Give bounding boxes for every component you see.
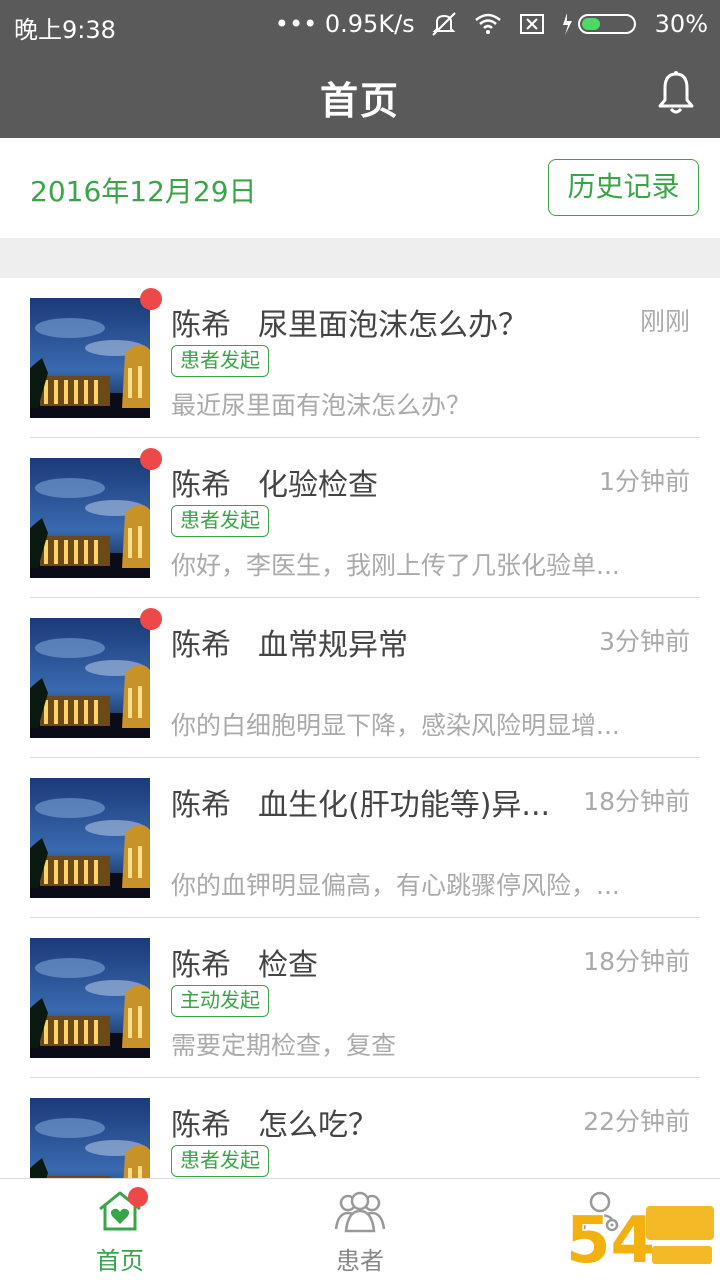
history-button[interactable]: 历史记录 [548, 159, 699, 216]
sender-name: 陈希 [171, 308, 231, 343]
avatar [30, 1098, 150, 1178]
message-subject: 尿里面泡沫怎么办？ [258, 308, 528, 343]
date-bar: 2016年12月29日 历史记录 [0, 138, 720, 238]
sim-icon [519, 14, 544, 34]
message-time: 18分钟前 [583, 787, 690, 816]
watermark-logo: 54 [565, 1203, 714, 1280]
message-item[interactable]: 陈希 怎么吃？ 22分钟前患者发起 [0, 1078, 720, 1178]
bell-icon[interactable] [656, 70, 696, 116]
message-preview: 你的白细胞明显下降，感染风险明显增... [171, 711, 620, 740]
unread-dot [140, 608, 162, 630]
message-time: 22分钟前 [583, 1107, 690, 1136]
tab-home-label: 首页 [96, 1247, 144, 1275]
patients-icon [334, 1191, 386, 1233]
unread-dot [140, 448, 162, 470]
message-preview: 需要定期检查，复查 [171, 1031, 397, 1060]
sender-name: 陈希 [171, 788, 231, 823]
message-preview: 最近尿里面有泡沫怎么办？ [171, 391, 472, 420]
avatar [30, 778, 150, 898]
initiator-badge: 主动发起 [171, 985, 269, 1017]
avatar [30, 618, 150, 738]
current-date: 2016年12月29日 [30, 175, 257, 208]
message-time: 刚刚 [639, 307, 690, 336]
sender-name: 陈希 [171, 468, 231, 503]
network-speed-text: ••• 0.95K/s [274, 10, 415, 38]
message-time: 1分钟前 [599, 467, 690, 496]
message-item[interactable]: 陈希 血常规异常 3分钟前你的白细胞明显下降，感染风险明显增... [0, 598, 720, 758]
message-subject: 血常规异常 [258, 628, 408, 663]
message-item[interactable]: 陈希 检查 18分钟前主动发起需要定期检查，复查 [0, 918, 720, 1078]
message-item[interactable]: 陈希 血生化(肝功能等)异... 18分钟前你的血钾明显偏高，有心跳骤停风险，... [0, 758, 720, 918]
page-title: 首页 [319, 79, 400, 123]
message-subject: 检查 [258, 948, 318, 983]
home-unread-dot [128, 1187, 148, 1207]
status-time: 晚上9:38 [14, 16, 116, 44]
avatar [30, 938, 150, 1058]
mute-icon [431, 12, 456, 36]
message-subject: 血生化(肝功能等)异... [258, 788, 551, 823]
message-time: 3分钟前 [599, 627, 690, 656]
message-item[interactable]: 陈希 化验检查 1分钟前患者发起你好，李医生，我刚上传了几张化验单... [0, 438, 720, 598]
message-time: 18分钟前 [583, 947, 690, 976]
app-header: 首页 [0, 52, 720, 138]
initiator-badge: 患者发起 [171, 345, 269, 377]
avatar [30, 298, 150, 418]
message-preview: 你的血钾明显偏高，有心跳骤停风险，... [171, 871, 620, 900]
tab-patients-label: 患者 [336, 1247, 384, 1275]
avatar [30, 458, 150, 578]
message-item[interactable]: 陈希 尿里面泡沫怎么办？ 刚刚患者发起最近尿里面有泡沫怎么办？ [0, 278, 720, 438]
sender-name: 陈希 [171, 628, 231, 663]
status-bar: 晚上9:38 ••• 0.95K/s 30% [0, 0, 720, 52]
tab-patients[interactable]: 患者 [240, 1179, 480, 1280]
message-list[interactable]: 陈希 尿里面泡沫怎么办？ 刚刚 患者发起 最近尿里面有泡沫怎么办？ 陈希 化验检查 1分钟前… [0, 278, 720, 1178]
initiator-badge: 患者发起 [171, 505, 269, 537]
message-preview: 你好，李医生，我刚上传了几张化验单... [171, 551, 620, 580]
battery-percent: 30% [654, 10, 708, 38]
initiator-badge: 患者发起 [171, 1145, 269, 1177]
section-divider [0, 238, 720, 278]
sender-name: 陈希 [171, 1108, 231, 1143]
message-subject: 化验检查 [258, 468, 378, 503]
unread-dot [140, 288, 162, 310]
status-icons: ••• 0.95K/s 30% [275, 10, 708, 38]
svg-text:54: 54 [566, 1204, 655, 1278]
wifi-icon [474, 13, 501, 34]
message-subject: 怎么吃？ [258, 1108, 378, 1143]
sender-name: 陈希 [171, 948, 231, 983]
tab-home[interactable]: 首页 [0, 1179, 240, 1280]
battery-icon [562, 13, 636, 35]
